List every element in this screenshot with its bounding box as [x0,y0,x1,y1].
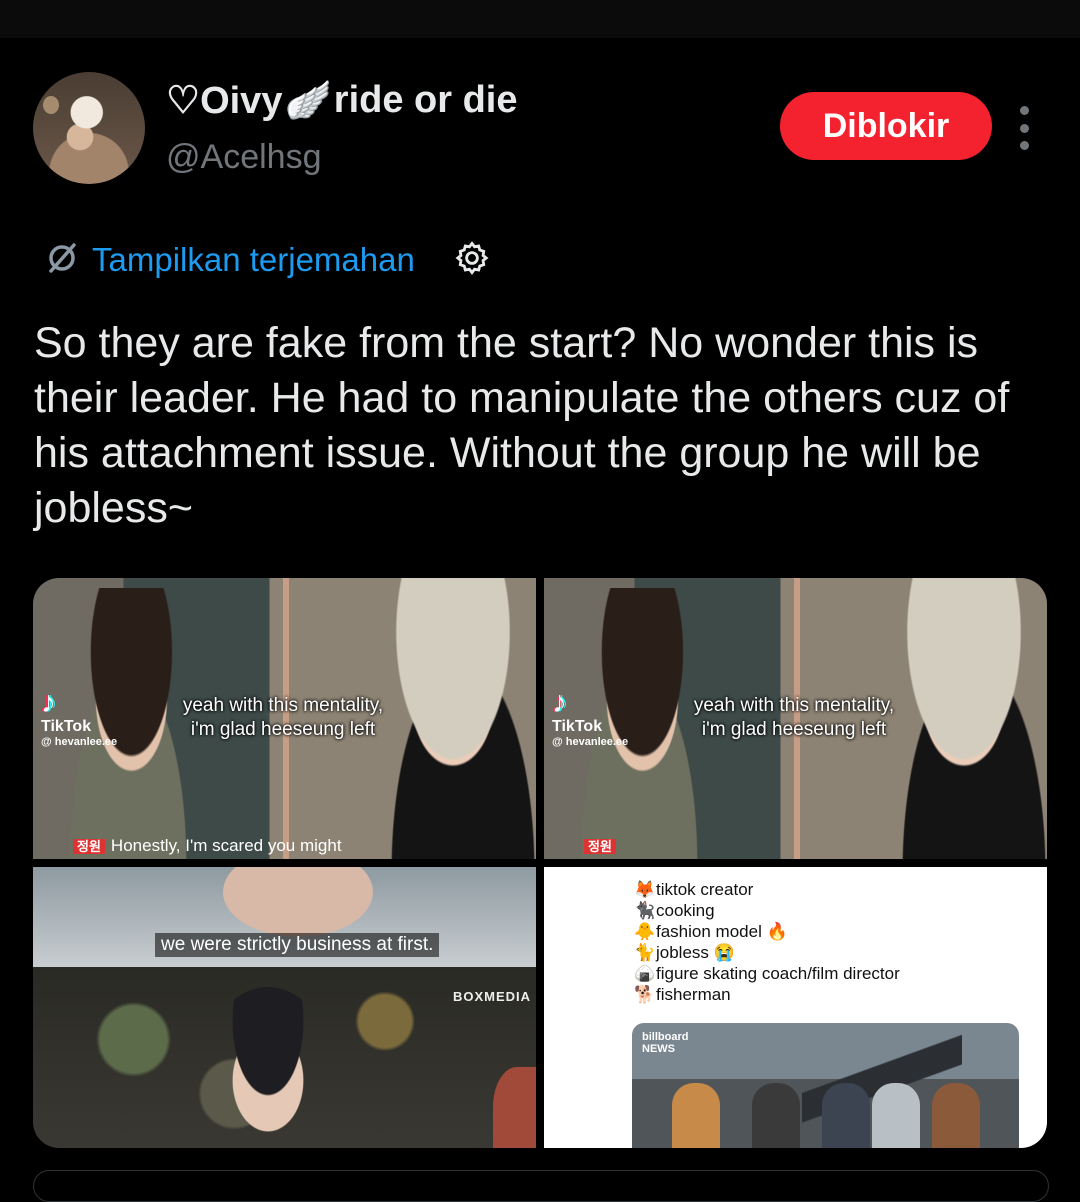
media-grid: ♪ TikTok @ hevanlee.ee yeah with this me… [33,578,1047,1148]
media-image-4[interactable]: 🦊 tiktok creator 🐈‍⬛ cooking 🐥 fashion mode… [544,867,1047,1148]
media-image-2[interactable]: ♪ TikTok @ hevanlee.ee yeah with this me… [544,578,1047,859]
dog-icon: 🐕 [634,985,656,1004]
gear-icon[interactable] [453,239,491,282]
translate-row: Tampilkan terjemahan [44,236,491,284]
status-bar-area [0,0,1080,38]
caption-line: i'm glad heeseung left [701,719,887,740]
bio-item: 🐥 fashion model 🔥 [634,921,900,942]
translate-icon[interactable] [44,240,80,281]
tiktok-user: @ hevanlee.ee [41,736,118,748]
billboard-news-badge: billboard NEWS [642,1031,688,1055]
bio-item: 🐈‍⬛ cooking [634,900,900,921]
bio-item: 🐕 fisherman [634,984,900,1005]
bio-item: 🐈 jobless 😭 [634,942,900,963]
badge-line: NEWS [642,1043,675,1055]
tiktok-label: TikTok [552,718,603,735]
user-handle[interactable]: @Acelhsg [166,138,321,177]
media-image-3[interactable]: we were strictly business at first. BOXM… [33,867,536,1148]
bio-text: fisherman [656,985,731,1004]
tiktok-label: TikTok [41,718,92,735]
black-cat-icon: 🐈‍⬛ [634,901,656,920]
rice-ball-icon: 🍙 [634,964,656,983]
caption-line: i'm glad heeseung left [190,719,376,740]
caption-line: yeah with this mentality, [693,695,895,716]
bio-text: figure skating coach/film director [656,964,900,983]
bio-list: 🦊 tiktok creator 🐈‍⬛ cooking 🐥 fashion mode… [634,879,900,1005]
wing-icon: 🪽 [284,79,332,122]
bio-text: tiktok creator [656,880,754,899]
bio-text: jobless 😭 [656,943,735,962]
show-translation-link[interactable]: Tampilkan terjemahan [92,241,415,279]
subtitle-text: Honestly, I'm scared you might [110,836,342,855]
bio-text: cooking [656,901,715,920]
badge-line: billboard [642,1031,689,1043]
display-name-prefix: ♡Oivy [166,80,283,122]
next-card-edge [33,1170,1049,1202]
brand-watermark: BOXMEDIA [453,989,532,1004]
video-subtitle: 정원 [584,836,1024,859]
tiktok-icon: ♪ [41,686,56,719]
tiktok-user: @ hevanlee.ee [552,736,629,748]
video-subtitle: 정원 Honestly, I'm scared you might [73,836,513,859]
media-image-1[interactable]: ♪ TikTok @ hevanlee.ee yeah with this me… [33,578,536,859]
fox-icon: 🦊 [634,880,656,899]
bio-item: 🍙 figure skating coach/film director [634,963,900,984]
blocked-button[interactable]: Diblokir [780,92,992,160]
video-caption: yeah with this mentality, i'm glad heese… [163,694,403,742]
cat-icon: 🐈 [634,943,656,962]
bio-item: 🦊 tiktok creator [634,879,900,900]
tiktok-icon: ♪ [552,686,567,719]
more-options-icon[interactable] [1011,106,1037,150]
bio-text: fashion model 🔥 [656,922,788,941]
display-name-suffix: ride or die [333,79,518,121]
avatar[interactable] [33,72,145,184]
video-subtitle: we were strictly business at first. [155,933,440,957]
caption-line: yeah with this mentality, [182,695,384,716]
video-thumbnail: billboard NEWS [632,1023,1019,1148]
display-name[interactable]: ♡Oivy 🪽 ride or die [166,78,518,123]
video-caption: yeah with this mentality, i'm glad heese… [674,694,914,742]
tweet-text: So they are fake from the start? No wond… [34,319,1010,532]
chick-icon: 🐥 [634,922,656,941]
tiktok-watermark: ♪ TikTok @ hevanlee.ee [552,686,629,749]
tiktok-watermark: ♪ TikTok @ hevanlee.ee [41,686,118,749]
